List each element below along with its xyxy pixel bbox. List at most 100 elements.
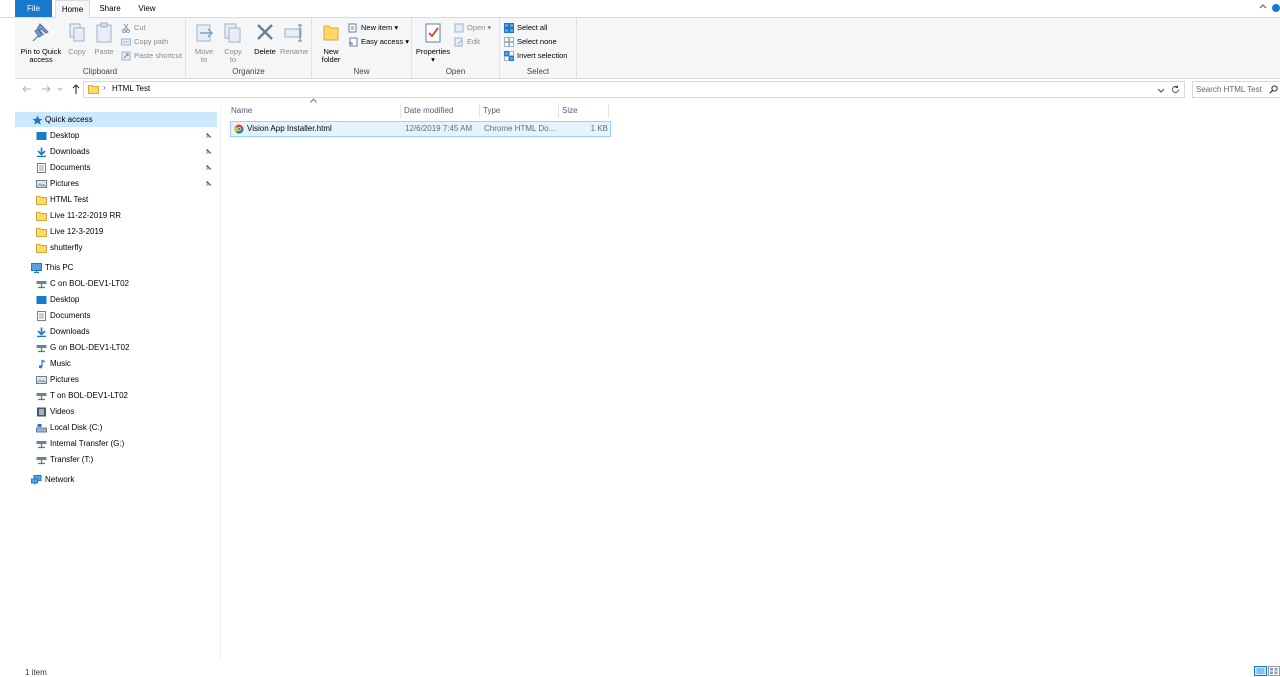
copy-path-button[interactable]: Copy path: [121, 35, 168, 48]
properties-button[interactable]: Properties ▾: [414, 20, 452, 64]
new-folder-label: New folder: [321, 47, 341, 64]
search-input[interactable]: [1196, 82, 1266, 97]
select-all-label: Select all: [517, 23, 548, 32]
nav-this-pc[interactable]: This PC: [15, 260, 217, 275]
pinned-icon[interactable]: [205, 180, 212, 187]
copy-to-label: Copy to: [224, 47, 242, 64]
nav-pc-documents[interactable]: Documents: [15, 308, 217, 323]
new-folder-button[interactable]: New folder: [317, 20, 345, 64]
nav-qa-live-11-22[interactable]: Live 11-22-2019 RR: [15, 208, 217, 223]
download-arrow-icon: [37, 147, 46, 157]
forward-arrow-icon[interactable]: [40, 83, 52, 95]
nav-pc-music[interactable]: Music: [15, 356, 217, 371]
nav-pc-internal-transfer-g[interactable]: Internal Transfer (G:): [15, 436, 217, 451]
tab-view[interactable]: View: [130, 0, 164, 17]
copy-label: Copy: [68, 47, 86, 56]
nav-pc-downloads[interactable]: Downloads: [15, 324, 217, 339]
nav-item-label: Videos: [50, 407, 75, 416]
back-arrow-icon[interactable]: [21, 83, 33, 95]
file-row[interactable]: Vision App Installer.html 12/6/2019 7:45…: [230, 121, 611, 137]
copy-to-icon: [224, 23, 241, 43]
tab-share[interactable]: Share: [93, 0, 127, 17]
nav-item-label: Music: [50, 359, 71, 368]
breadcrumb-current[interactable]: HTML Test: [112, 84, 150, 93]
folder-icon: [36, 212, 47, 221]
select-group-label: Select: [526, 67, 550, 76]
pin-label: Pin to Quick access: [20, 47, 62, 64]
paste-button[interactable]: Paste: [92, 20, 116, 56]
nav-pc-transfer-t[interactable]: Transfer (T:): [15, 452, 217, 467]
rename-button[interactable]: Rename: [280, 20, 308, 56]
invert-selection-button[interactable]: Invert selection: [504, 49, 567, 62]
up-arrow-icon[interactable]: [70, 83, 82, 95]
nav-pc-c-drive-network[interactable]: C on BOL-DEV1-LT02: [15, 276, 217, 291]
invert-selection-label: Invert selection: [517, 51, 568, 60]
nav-qa-html-test[interactable]: HTML Test: [15, 192, 217, 207]
folder-icon: [36, 228, 47, 237]
paste-shortcut-button[interactable]: Paste shortcut: [121, 49, 182, 62]
nav-this-pc-label: This PC: [45, 263, 74, 272]
nav-item-label: Transfer (T:): [50, 455, 94, 464]
properties-label: Properties: [415, 47, 451, 56]
nav-qa-live-12-3[interactable]: Live 12-3-2019: [15, 224, 217, 239]
nav-pc-desktop[interactable]: Desktop: [15, 292, 217, 307]
nav-item-label: shutterfly: [50, 243, 83, 252]
download-arrow-icon: [37, 327, 46, 337]
view-toggle-icons[interactable]: [1254, 666, 1280, 676]
file-list: Name Date modified Type Size Vision App …: [228, 98, 1280, 660]
nav-qa-shutterfly[interactable]: shutterfly: [15, 240, 217, 255]
file-name: Vision App Installer.html: [247, 124, 332, 133]
pin-quick-access-button[interactable]: Pin to Quick access: [18, 20, 64, 64]
column-header-date-modified[interactable]: Date modified: [401, 103, 480, 118]
refresh-icon[interactable]: [1171, 85, 1180, 94]
search-box[interactable]: [1192, 81, 1280, 98]
address-bar[interactable]: › HTML Test: [83, 81, 1185, 98]
edit-button[interactable]: Edit: [454, 35, 480, 48]
tab-home[interactable]: Home: [55, 0, 90, 18]
pinned-icon[interactable]: [205, 164, 212, 171]
cut-button[interactable]: Cut: [121, 21, 146, 34]
help-icon[interactable]: [1272, 4, 1280, 12]
properties-icon: [425, 23, 441, 43]
copy-button[interactable]: Copy: [65, 20, 89, 56]
nav-quick-access[interactable]: Quick access: [15, 112, 217, 127]
column-header-size[interactable]: Size: [559, 103, 609, 118]
nav-pc-pictures[interactable]: Pictures: [15, 372, 217, 387]
select-all-icon: [504, 23, 514, 33]
recent-locations-chevron-icon[interactable]: [56, 83, 64, 95]
breadcrumb-separator-icon: ›: [103, 83, 106, 92]
collapse-ribbon-icon[interactable]: [1259, 3, 1267, 11]
move-to-button[interactable]: Move to: [192, 20, 216, 64]
folder-icon: [36, 196, 47, 205]
column-header-name[interactable]: Name: [228, 103, 401, 118]
nav-pc-t-drive-network[interactable]: T on BOL-DEV1-LT02: [15, 388, 217, 403]
nav-qa-documents[interactable]: Documents: [15, 160, 217, 175]
column-header-type[interactable]: Type: [480, 103, 559, 118]
nav-qa-desktop[interactable]: Desktop: [15, 128, 217, 143]
tab-file[interactable]: File: [15, 0, 52, 17]
paste-shortcut-icon: [121, 51, 131, 61]
new-item-button[interactable]: New item ▾: [348, 21, 398, 34]
new-item-icon: [348, 23, 357, 33]
nav-qa-pictures[interactable]: Pictures: [15, 176, 217, 191]
new-group-label: New: [353, 67, 370, 76]
pictures-icon: [36, 376, 47, 384]
pinned-icon[interactable]: [205, 148, 212, 155]
open-button[interactable]: Open ▾: [454, 21, 491, 34]
address-dropdown-icon[interactable]: [1157, 86, 1165, 94]
clipboard-group-label: Clipboard: [82, 67, 118, 76]
copy-to-button[interactable]: Copy to: [221, 20, 245, 64]
pinned-icon[interactable]: [205, 132, 212, 139]
nav-pc-g-drive-network[interactable]: G on BOL-DEV1-LT02: [15, 340, 217, 355]
folder-icon: [88, 85, 99, 94]
nav-pc-videos[interactable]: Videos: [15, 404, 217, 419]
select-all-button[interactable]: Select all: [504, 21, 547, 34]
select-none-icon: [504, 37, 514, 47]
easy-access-button[interactable]: Easy access ▾: [348, 35, 409, 48]
delete-button[interactable]: Delete: [252, 20, 278, 56]
select-none-button[interactable]: Select none: [504, 35, 557, 48]
nav-network[interactable]: Network: [15, 472, 217, 487]
clipboard-group: Pin to Quick access Copy Paste Cut Copy …: [15, 18, 186, 78]
nav-qa-downloads[interactable]: Downloads: [15, 144, 217, 159]
nav-pc-local-disk-c[interactable]: Local Disk (C:): [15, 420, 217, 435]
